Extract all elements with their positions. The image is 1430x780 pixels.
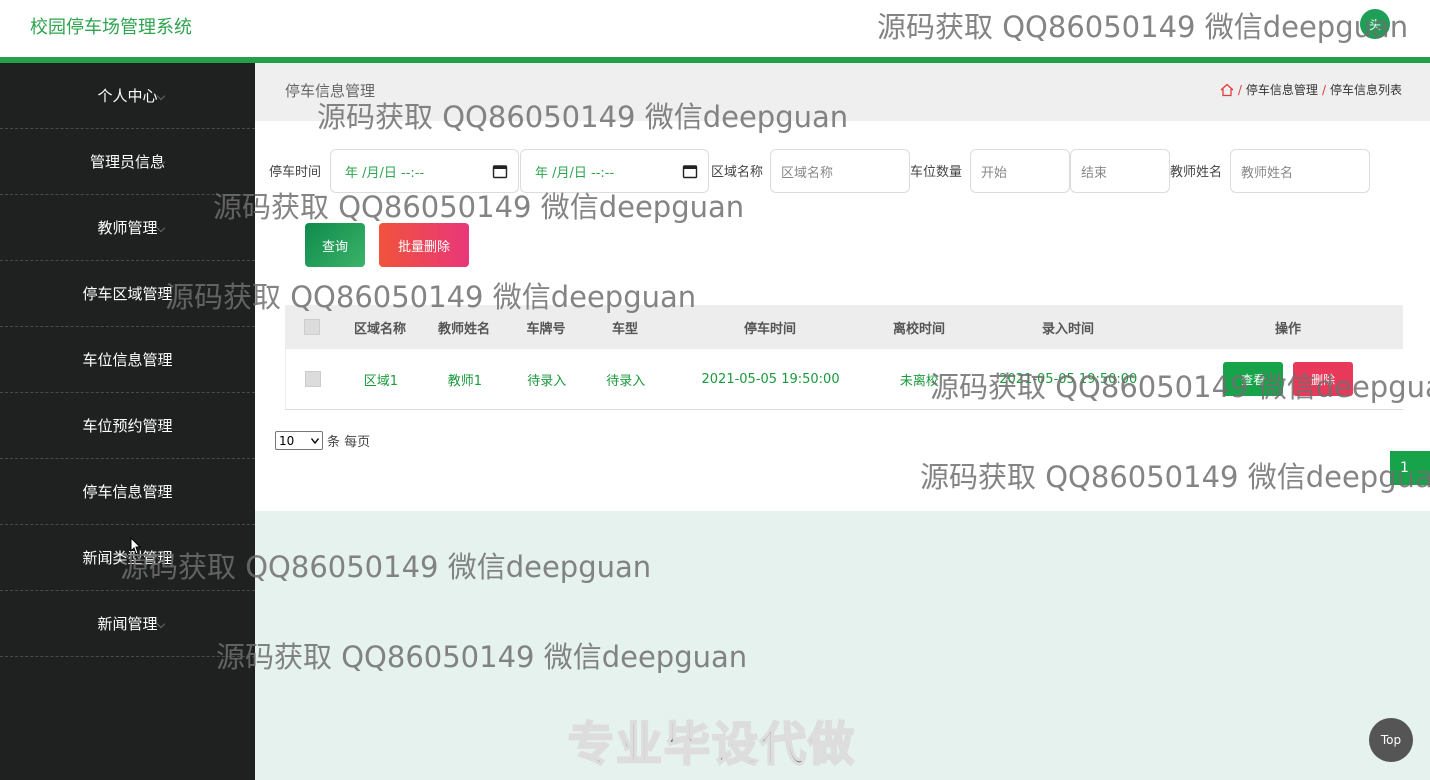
main-content: 停车信息管理 / 停车信息管理 / 停车信息列表 停车时间 年 /月/日 --:… <box>255 63 1430 511</box>
sidebar-item-space-reservation[interactable]: 车位预约管理 <box>0 393 255 459</box>
page-size-value: 10 <box>279 433 295 448</box>
sidebar-item-parking-area[interactable]: 停车区域管理 <box>0 261 255 327</box>
parking-time-label: 停车时间 <box>269 165 322 180</box>
column-header: 操作 <box>1274 321 1301 337</box>
page-title: 停车信息管理 <box>285 82 376 100</box>
space-count-end-input[interactable]: 结束 <box>1070 149 1170 193</box>
teacher-name-label: 教师姓名 <box>1170 165 1223 180</box>
page-size-select[interactable]: 10 <box>275 431 323 450</box>
space-count-label: 车位数量 <box>910 165 963 180</box>
batch-delete-button[interactable]: 批量删除 <box>379 223 469 267</box>
home-icon[interactable] <box>1220 83 1234 97</box>
sidebar-item-admin-info[interactable]: 管理员信息 <box>0 129 255 195</box>
cell-entry-time: 2021-05-05 19:50:00 <box>999 371 1138 387</box>
sidebar-item-label: 管理员信息 <box>89 153 165 171</box>
calendar-icon[interactable] <box>492 163 508 179</box>
breadcrumb-separator: / <box>1237 82 1242 97</box>
calendar-icon[interactable] <box>682 163 698 179</box>
sidebar-item-teacher[interactable]: 教师管理 <box>0 195 255 261</box>
app-title: 校园停车场管理系统 <box>30 17 192 38</box>
select-all-checkbox[interactable] <box>304 319 320 335</box>
column-header: 离校时间 <box>892 321 945 337</box>
column-header: 车牌号 <box>526 321 566 337</box>
column-header: 教师姓名 <box>437 321 490 337</box>
sidebar: 个人中心 管理员信息 教师管理 停车区域管理 车位信息管理 车位预约管理 停车信… <box>0 63 255 780</box>
sidebar-item-personal-center[interactable]: 个人中心 <box>0 63 255 129</box>
cell-model: 待录入 <box>606 373 646 389</box>
parking-time-end-input[interactable]: 年 /月/日 --:-- <box>520 149 709 193</box>
chevron-down-icon <box>156 91 166 101</box>
page-number-button[interactable]: 1 <box>1390 451 1430 485</box>
user-avatar[interactable]: 头 <box>1360 9 1390 39</box>
cell-teacher: 教师1 <box>447 373 482 389</box>
top-header: 校园停车场管理系统 头 <box>0 0 1430 57</box>
teacher-name-input[interactable]: 教师姓名 <box>1230 149 1370 193</box>
cell-area: 区域1 <box>363 373 399 389</box>
breadcrumb-item: 停车信息列表 <box>1329 83 1402 97</box>
sidebar-item-space-info[interactable]: 车位信息管理 <box>0 327 255 393</box>
mouse-cursor-icon <box>130 537 142 555</box>
table-header: 区域名称 教师姓名 车牌号 车型 停车时间 离校时间 录入时间 操作 <box>285 305 1403 349</box>
promo-banner: 专业毕设代做 <box>567 716 856 772</box>
column-header: 停车时间 <box>743 321 796 337</box>
query-button[interactable]: 查询 <box>305 223 365 267</box>
watermark: 源码获取 QQ86050149 微信deepguan <box>216 640 748 674</box>
date-placeholder: 年 /月/日 --:-- <box>345 165 425 181</box>
sidebar-item-news[interactable]: 新闻管理 <box>0 591 255 657</box>
breadcrumb: / 停车信息管理 / 停车信息列表 <box>1220 81 1402 98</box>
page-size-control: 10 条 每页 <box>275 431 370 450</box>
select-all-cell <box>285 319 339 335</box>
parking-time-start-input[interactable]: 年 /月/日 --:-- <box>330 149 519 193</box>
column-header: 区域名称 <box>353 321 406 337</box>
column-header: 录入时间 <box>1041 321 1094 337</box>
row-checkbox[interactable] <box>304 371 321 387</box>
table-row: 区域1 教师1 待录入 待录入 2021-05-05 19:50:00 未离校 … <box>285 349 1403 410</box>
cell-leave-time: 未离校 <box>899 373 939 389</box>
back-to-top-button[interactable]: Top <box>1369 718 1413 762</box>
cell-plate: 待录入 <box>527 373 567 389</box>
space-count-start-input[interactable]: 开始 <box>970 149 1070 193</box>
breadcrumb-separator: / <box>1321 82 1326 97</box>
area-name-input[interactable]: 区域名称 <box>770 149 910 193</box>
sidebar-item-parking-info[interactable]: 停车信息管理 <box>0 459 255 525</box>
sidebar-item-label: 新闻管理 <box>97 615 158 633</box>
row-select-cell <box>286 371 340 387</box>
breadcrumb-item[interactable]: 停车信息管理 <box>1246 81 1318 98</box>
row-actions: 查看 删除 <box>1173 362 1403 396</box>
chevron-down-icon <box>311 437 319 444</box>
sidebar-item-label: 个人中心 <box>97 87 158 105</box>
delete-button[interactable]: 删除 <box>1293 362 1354 396</box>
breadcrumb-bar: 停车信息管理 / 停车信息管理 / 停车信息列表 <box>255 63 1430 121</box>
column-header: 车型 <box>611 321 638 337</box>
chevron-down-icon <box>156 619 166 629</box>
cell-park-time: 2021-05-05 19:50:00 <box>701 371 840 387</box>
date-placeholder: 年 /月/日 --:-- <box>535 165 615 181</box>
sidebar-item-news-type[interactable]: 新闻类型管理 <box>0 525 255 591</box>
view-button[interactable]: 查看 <box>1223 362 1284 396</box>
chevron-down-icon <box>156 223 166 233</box>
area-name-label: 区域名称 <box>711 165 764 180</box>
sidebar-item-label: 教师管理 <box>97 219 158 237</box>
per-page-label: 条 每页 <box>327 435 371 450</box>
parking-table: 区域名称 教师姓名 车牌号 车型 停车时间 离校时间 录入时间 操作 区域1 教… <box>285 305 1403 410</box>
